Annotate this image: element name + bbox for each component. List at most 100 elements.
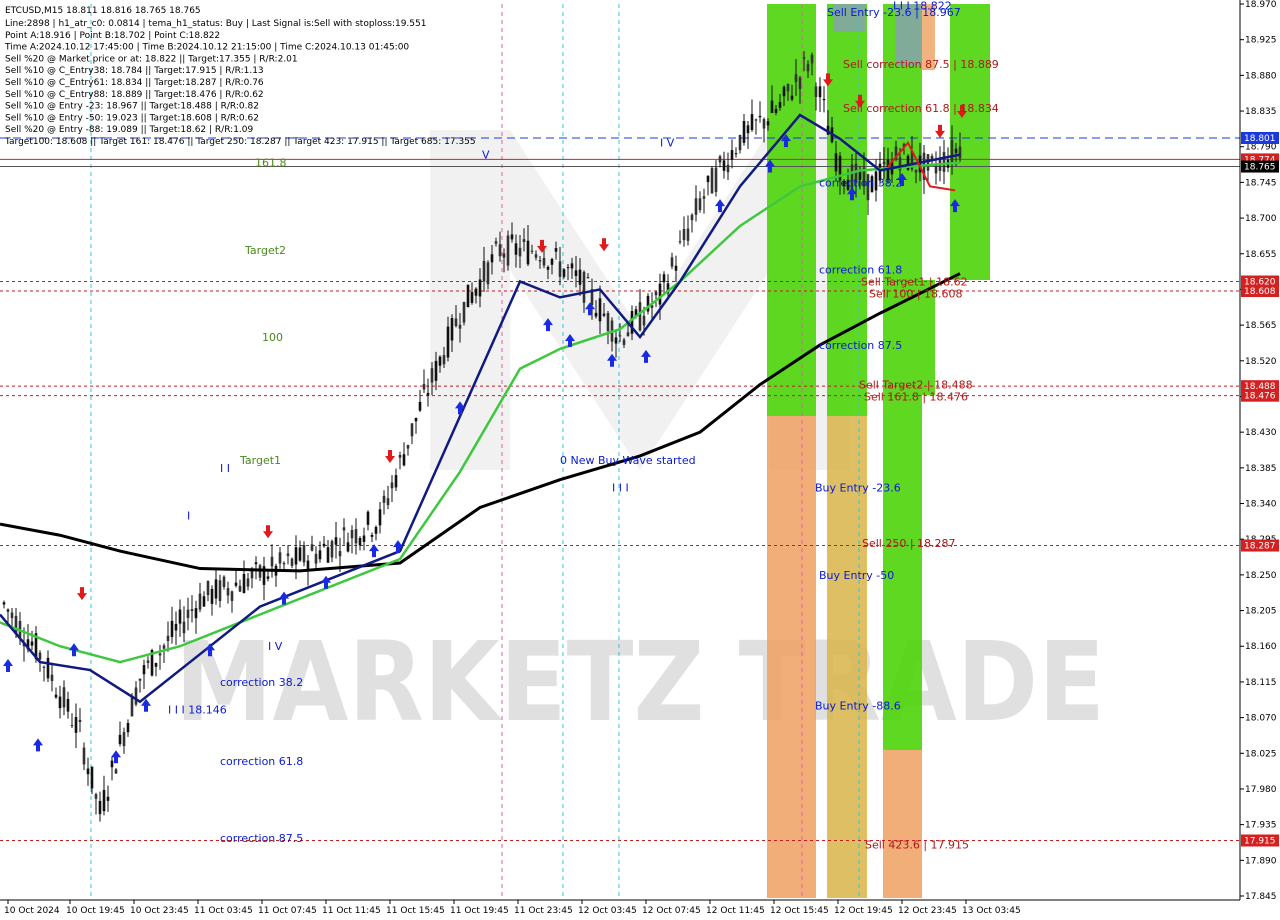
candle-body [98,800,102,815]
candle-body [662,274,666,283]
buy-arrow-icon [369,544,379,558]
candle-body [770,100,774,113]
candle-body [782,86,786,97]
candle-body [538,260,542,262]
candle-body [934,165,938,174]
candle-body [714,167,718,192]
candle-body [710,168,714,194]
info-line: Line:2898 | h1_atr_c0: 0.0814 | tema_h1_… [5,19,426,29]
candle-body [50,674,54,682]
price-box-label: 17.915 [1244,836,1276,846]
candle-body [154,663,158,667]
candle-body [594,312,598,317]
info-line: Sell %10 @ C_Entry38: 18.784 || Target:1… [5,66,264,76]
candle-body [466,284,470,308]
y-tick-label: 18.520 [1245,357,1277,367]
candle-body [750,114,754,130]
candle-body [794,74,798,82]
candle-body [774,108,778,113]
y-tick-label: 18.565 [1245,321,1277,331]
y-tick-label: 18.025 [1245,749,1277,759]
candle-body [10,612,14,619]
x-tick-label: 10 Oct 2024 [4,906,60,916]
candle-body [786,83,790,92]
x-tick-label: 10 Oct 19:45 [66,906,125,916]
candle-body [766,121,770,126]
candle-body [126,722,130,733]
candle-body [86,768,90,775]
annotation-label: Sell 250 | 18.287 [862,537,956,550]
y-tick-label: 18.880 [1245,71,1277,81]
candle-body [178,609,182,624]
candle-body [834,153,838,172]
candle-body [818,86,822,98]
candle-body [478,279,482,297]
candle-body [166,635,170,641]
candle-body [522,239,526,242]
candle-body [682,228,686,241]
candle-body [242,573,246,594]
info-line: Sell %10 @ Entry -23: 18.967 || Target:1… [5,102,259,112]
info-line: Sell %10 @ C_Entry88: 18.889 || Target:1… [5,90,264,100]
candle-body [430,368,434,383]
candle-body [742,121,746,143]
x-tick-label: 11 Oct 03:45 [194,906,253,916]
candle-body [598,298,602,322]
zone-3 [827,290,867,416]
x-tick-label: 12 Oct 07:45 [642,906,701,916]
candle-body [186,609,190,618]
candle-body [626,332,630,337]
candle-body [386,498,390,506]
candle-body [106,796,110,801]
candle-body [806,63,810,72]
candle-body [502,253,506,258]
buy-arrow-icon [33,738,43,752]
sell-arrow-icon [935,124,945,138]
candle-body [162,645,166,649]
candle-body [146,660,150,663]
annotation-label: I I I [612,482,629,495]
sell-arrow-icon [385,449,395,463]
candle-body [758,115,762,118]
sell-arrow-icon [77,587,87,601]
info-line: Time A:2024.10.12 17:45:00 | Time B:2024… [4,43,409,53]
candle-body [510,234,514,240]
y-tick-label: 18.250 [1245,571,1277,581]
candle-body [210,588,214,604]
x-tick-label: 12 Oct 23:45 [898,906,957,916]
price-box-label: 18.801 [1244,134,1276,144]
candle-body [306,560,310,571]
candle-body [270,556,274,567]
candle-body [190,609,194,612]
candle-body [562,269,566,277]
candle-body [686,228,690,241]
candle-body [286,553,290,557]
candle-body [226,588,230,596]
candle-body [246,578,250,587]
candle-body [94,794,98,799]
candle-body [698,198,702,211]
info-line: Sell %10 @ C_Entry61: 18.834 || Target:1… [5,78,264,88]
candle-body [542,258,546,266]
x-tick-label: 12 Oct 03:45 [578,906,637,916]
candle-body [138,678,142,681]
candle-body [322,543,326,547]
candle-body [578,269,582,285]
candle-body [130,695,134,717]
candle-body [754,119,758,121]
candle-body [406,444,410,449]
buy-arrow-icon [393,540,403,554]
candle-body [410,423,414,437]
candle-body [546,266,550,270]
candle-body [814,86,818,97]
annotation-label: correction 87.5 [220,832,303,845]
zone-2 [827,4,867,290]
candle-body [214,579,218,599]
candle-body [350,530,354,539]
x-tick-label: 11 Oct 23:45 [514,906,573,916]
annotation-label: Buy Entry -88.6 [815,700,901,713]
candle-body [42,666,46,668]
candle-body [526,240,530,265]
candle-body [366,511,370,525]
candle-body [706,175,710,183]
